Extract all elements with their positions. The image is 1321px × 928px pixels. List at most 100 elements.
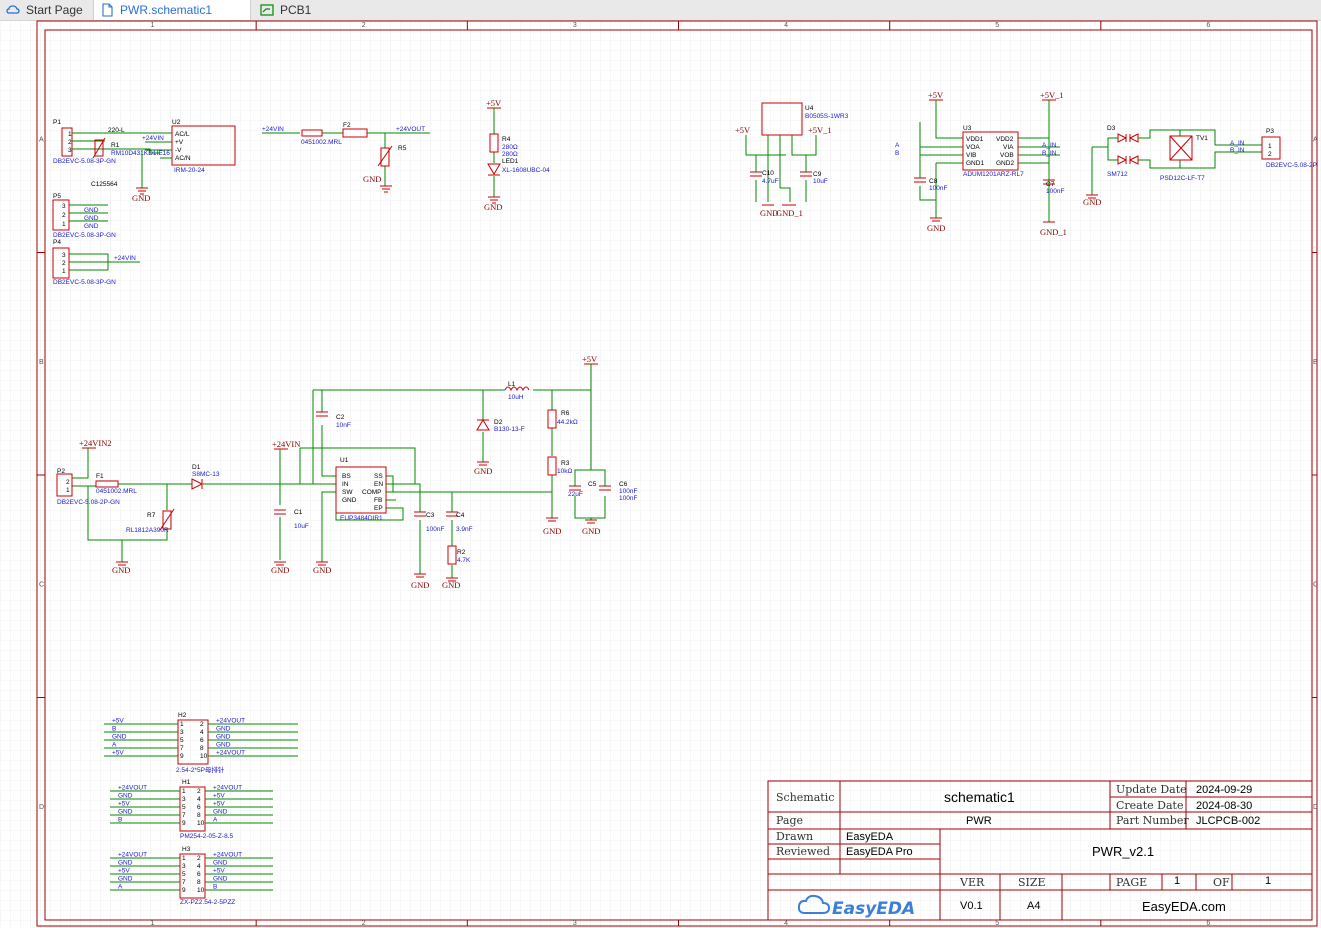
svg-text:10kΩ: 10kΩ: [557, 468, 572, 475]
svg-text:C125564: C125564: [91, 181, 118, 188]
header-net-label: GND: [118, 860, 133, 867]
r1-value: RM10D431KD1IE16: [111, 150, 170, 157]
header-net-label: GND: [118, 793, 133, 800]
svg-text:1: 1: [68, 131, 72, 138]
svg-text:EUP3484DIR1: EUP3484DIR1: [340, 515, 383, 522]
svg-text:VER: VER: [959, 876, 985, 889]
svg-text:EN: EN: [374, 481, 383, 488]
tab-start-page[interactable]: Start Page: [0, 0, 92, 20]
tab-schematic[interactable]: PWR.schematic1: [93, 0, 251, 20]
header-net-label: GND: [118, 876, 133, 883]
svg-text:EasyEDA.com: EasyEDA.com: [1142, 899, 1226, 914]
svg-text:+5V: +5V: [735, 125, 751, 135]
pin-number: 8: [197, 879, 201, 886]
svg-text:3.9nF: 3.9nF: [456, 526, 473, 533]
svg-text:L1: L1: [508, 381, 516, 388]
svg-text:DB2EVC-5.08-3P-GN: DB2EVC-5.08-3P-GN: [53, 232, 116, 239]
header-net-label: GND: [213, 809, 228, 816]
row-marker: D: [39, 804, 44, 811]
svg-text:GND: GND: [84, 207, 99, 214]
pcb-icon: [260, 4, 274, 16]
svg-text:3: 3: [62, 252, 66, 259]
svg-text:P2: P2: [57, 468, 65, 475]
svg-text:C2: C2: [336, 414, 345, 421]
header-net-label: +5V: [112, 718, 124, 725]
column-marker: 4: [784, 920, 788, 927]
tab-start-page-label: Start Page: [26, 3, 83, 17]
svg-text:R3: R3: [561, 460, 570, 467]
svg-text:100nF: 100nF: [1046, 188, 1064, 195]
svg-text:10nF: 10nF: [336, 422, 351, 429]
svg-text:C10: C10: [762, 170, 774, 177]
svg-text:DB2EVC-5.08-2P: DB2EVC-5.08-2P: [1266, 162, 1317, 169]
header-net-label: +5V: [118, 801, 130, 808]
svg-text:-V: -V: [175, 147, 182, 154]
svg-text:AC/L: AC/L: [175, 131, 190, 138]
header-net-label: B: [112, 726, 116, 733]
svg-text:0451002.MRL: 0451002.MRL: [96, 488, 137, 495]
column-marker: 6: [1206, 22, 1210, 29]
pin-number: 1: [182, 855, 186, 862]
svg-text:FB: FB: [374, 497, 382, 504]
header-net-label: +24VOUT: [118, 785, 147, 792]
pin-number: 3: [180, 729, 184, 736]
tb-schematic-name: schematic1: [944, 789, 1015, 805]
svg-text:1: 1: [62, 221, 66, 228]
pin-number: 1: [182, 788, 186, 795]
svg-text:2024-09-29: 2024-09-29: [1196, 784, 1252, 796]
svg-text:DB2EVC-5.08-2P-GN: DB2EVC-5.08-2P-GN: [57, 499, 120, 506]
pin-number: 2: [200, 721, 204, 728]
svg-text:AC/N: AC/N: [175, 155, 191, 162]
document-icon: [102, 3, 113, 17]
svg-text:A: A: [895, 142, 900, 149]
schematic-canvas[interactable]: 112233445566 A AB BC CD D P1 123 DB2EVC-5.08…: [0, 20, 1321, 928]
pin-number: 10: [197, 887, 205, 894]
svg-text:2: 2: [66, 479, 70, 486]
tab-bar: Start Page PWR.schematic1 PCB1: [0, 0, 1321, 21]
svg-text:R6: R6: [561, 410, 570, 417]
svg-text:+5V: +5V: [582, 354, 598, 364]
svg-text:R5: R5: [398, 145, 407, 152]
svg-text:GND: GND: [112, 565, 130, 575]
header-net-label: +5V: [213, 801, 225, 808]
header-net-label: +5V: [118, 868, 130, 875]
header-net-label: B: [213, 884, 217, 891]
svg-text:H1: H1: [182, 779, 191, 786]
svg-text:VOA: VOA: [966, 144, 980, 151]
header-net-label: +5V: [213, 868, 225, 875]
svg-text:+V: +V: [175, 139, 184, 146]
svg-text:280Ω: 280Ω: [502, 144, 518, 151]
svg-text:GND: GND: [927, 223, 945, 233]
svg-text:GND: GND: [363, 174, 381, 184]
svg-text:P3: P3: [1266, 128, 1274, 135]
pin-number: 9: [182, 887, 186, 894]
svg-text:100nF: 100nF: [619, 495, 637, 502]
svg-text:VDD1: VDD1: [966, 136, 984, 143]
r1-extra: 220-L: [108, 127, 125, 134]
svg-text:A4: A4: [1027, 900, 1040, 912]
header-net-label: A: [112, 742, 117, 749]
header-net-label: GND: [216, 734, 231, 741]
header-net-label: A: [118, 884, 123, 891]
svg-text:D1: D1: [192, 464, 201, 471]
svg-text:Drawn: Drawn: [776, 830, 813, 843]
header-net-label: +24VOUT: [216, 750, 245, 757]
pin-number: 2: [197, 788, 201, 795]
svg-text:JLCPCB-002: JLCPCB-002: [1196, 815, 1260, 827]
svg-text:A_IN: A_IN: [1042, 142, 1057, 149]
tab-pcb[interactable]: PCB1: [254, 0, 414, 20]
svg-text:Page: Page: [776, 814, 803, 827]
svg-text:EasyEDA Pro: EasyEDA Pro: [846, 846, 913, 858]
svg-text:B: B: [895, 150, 899, 157]
column-marker: 1: [151, 22, 155, 29]
svg-text:44.2kΩ: 44.2kΩ: [557, 419, 578, 426]
pin-number: 2: [197, 855, 201, 862]
svg-text:GND1: GND1: [966, 160, 984, 167]
column-marker: 5: [995, 22, 999, 29]
pin-number: 1: [180, 721, 184, 728]
svg-text:VDD2: VDD2: [996, 136, 1014, 143]
svg-text:2: 2: [68, 139, 72, 146]
header-net-label: +24VOUT: [213, 785, 242, 792]
svg-text:LED1: LED1: [502, 158, 519, 165]
header-net-label: GND: [213, 860, 228, 867]
